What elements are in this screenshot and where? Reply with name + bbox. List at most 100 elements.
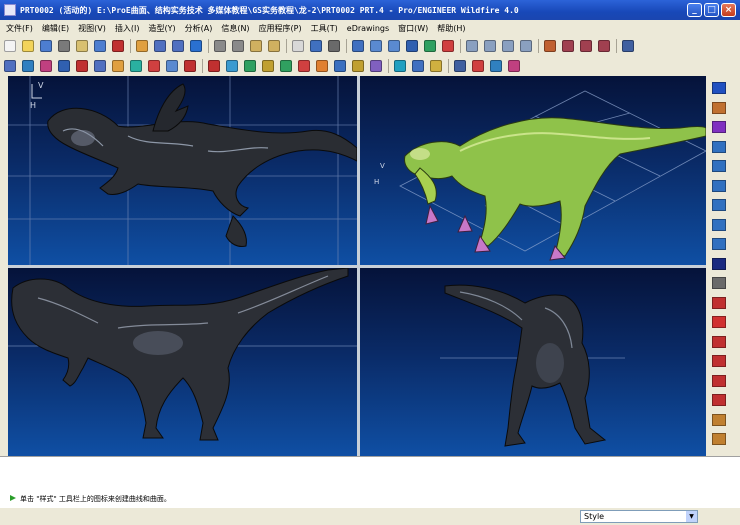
close-window-icon[interactable] (112, 40, 124, 52)
analysis-icon[interactable] (208, 60, 220, 72)
zoom-out-icon[interactable] (388, 40, 400, 52)
coord-sys-icon[interactable] (598, 40, 610, 52)
new-icon[interactable] (4, 40, 16, 52)
curve-from-surface-icon[interactable] (40, 60, 52, 72)
menu-tools[interactable]: 工具(T) (311, 23, 338, 34)
surface-icon[interactable] (712, 140, 726, 153)
spline-icon[interactable] (712, 335, 726, 348)
section-icon[interactable] (370, 60, 382, 72)
reflection-icon[interactable] (262, 60, 274, 72)
menu-file[interactable]: 文件(F) (6, 23, 33, 34)
datum-planes-icon[interactable] (544, 40, 556, 52)
offset-icon[interactable] (166, 60, 178, 72)
menu-analysis[interactable]: 分析(A) (185, 23, 213, 34)
undo-icon[interactable] (154, 40, 166, 52)
chevron-down-icon[interactable]: ▼ (686, 511, 697, 522)
room-icon[interactable] (472, 60, 484, 72)
menu-style[interactable]: 造型(Y) (148, 23, 175, 34)
datum-axes-icon[interactable] (562, 40, 574, 52)
plane-sketch-icon[interactable] (712, 296, 726, 309)
intersect-icon[interactable] (712, 355, 726, 367)
app-icon[interactable] (4, 4, 16, 16)
wrap-icon[interactable] (712, 413, 726, 426)
hand-icon[interactable] (352, 60, 364, 72)
menu-view[interactable]: 视图(V) (78, 23, 106, 34)
view-manager-icon[interactable] (622, 40, 634, 52)
regenerate-icon[interactable] (136, 40, 148, 52)
scene-icon[interactable] (454, 60, 466, 72)
selection-filter-icon[interactable] (310, 40, 322, 52)
curvature-icon[interactable] (130, 60, 142, 72)
paste-special-icon[interactable] (268, 40, 280, 52)
graphics-area[interactable]: V H V H (8, 76, 706, 456)
style-surface-icon[interactable] (4, 60, 16, 72)
viewport-front[interactable] (8, 268, 357, 456)
point-icon[interactable] (712, 394, 726, 406)
light-icon[interactable] (334, 60, 346, 72)
cut-icon[interactable] (214, 40, 226, 52)
zoom-in-icon[interactable] (370, 40, 382, 52)
plane-icon[interactable] (712, 101, 726, 114)
open-icon[interactable] (22, 40, 34, 52)
extend-icon[interactable] (712, 179, 726, 192)
photo-icon[interactable] (490, 60, 502, 72)
connect-icon[interactable] (148, 60, 160, 72)
material-icon[interactable] (508, 60, 520, 72)
curve-icon[interactable] (22, 60, 34, 72)
refit-icon[interactable] (406, 40, 418, 52)
shading-icon[interactable] (520, 40, 532, 52)
delete-icon[interactable] (184, 60, 196, 72)
hidden-line-icon[interactable] (484, 40, 496, 52)
menu-help[interactable]: 帮助(H) (437, 23, 465, 34)
wireframe-icon[interactable] (466, 40, 478, 52)
copy-surface-icon[interactable] (712, 238, 726, 250)
print-icon[interactable] (58, 40, 70, 52)
save-icon[interactable] (40, 40, 52, 52)
trim-icon[interactable] (712, 199, 726, 211)
menu-applications[interactable]: 应用程序(P) (259, 23, 302, 34)
email-icon[interactable] (76, 40, 88, 52)
menu-info[interactable]: 信息(N) (221, 23, 249, 34)
line-icon[interactable] (712, 316, 726, 328)
offset-icon[interactable] (712, 218, 726, 231)
datum-icon[interactable] (712, 433, 726, 445)
viewport-top[interactable]: V H (8, 76, 357, 265)
draft-check-icon[interactable] (226, 60, 238, 72)
repaint-icon[interactable] (190, 40, 202, 52)
checkmark-icon[interactable] (712, 257, 726, 270)
close-button[interactable]: × (721, 3, 736, 17)
menu-edrawings[interactable]: eDrawings (347, 24, 389, 33)
maximize-button[interactable]: □ (704, 3, 719, 17)
project-icon[interactable] (712, 374, 726, 387)
viewport-right[interactable] (360, 268, 706, 456)
appearance-icon[interactable] (442, 40, 454, 52)
orient-icon[interactable] (352, 40, 364, 52)
sketch-icon[interactable] (712, 277, 726, 289)
paste-icon[interactable] (250, 40, 262, 52)
curve-icon[interactable] (712, 121, 726, 133)
boundary-icon[interactable] (712, 160, 726, 172)
curvature-analysis-icon[interactable] (298, 60, 310, 72)
redo-icon[interactable] (172, 40, 184, 52)
viewport-isometric[interactable]: V H (360, 76, 706, 265)
style-selector[interactable]: Style ▼ (580, 510, 698, 523)
boundary-blend-icon[interactable] (112, 60, 124, 72)
slope-icon[interactable] (244, 60, 256, 72)
color-icon[interactable] (316, 60, 328, 72)
trim-icon[interactable] (76, 60, 88, 72)
surface-icon[interactable] (58, 60, 70, 72)
datum-points-icon[interactable] (580, 40, 592, 52)
environment-icon[interactable] (412, 60, 424, 72)
select-arrow-icon[interactable] (712, 82, 726, 94)
model-tree-icon[interactable] (292, 40, 304, 52)
render-icon[interactable] (394, 60, 406, 72)
no-hidden-icon[interactable] (502, 40, 514, 52)
copy-icon[interactable] (232, 40, 244, 52)
menu-window[interactable]: 窗口(W) (398, 23, 428, 34)
spin-icon[interactable] (424, 40, 436, 52)
dihedral-icon[interactable] (280, 60, 292, 72)
edit-curve-icon[interactable] (94, 60, 106, 72)
save-copy-icon[interactable] (94, 40, 106, 52)
menu-edit[interactable]: 编辑(E) (42, 23, 69, 34)
minimize-button[interactable]: _ (687, 3, 702, 17)
